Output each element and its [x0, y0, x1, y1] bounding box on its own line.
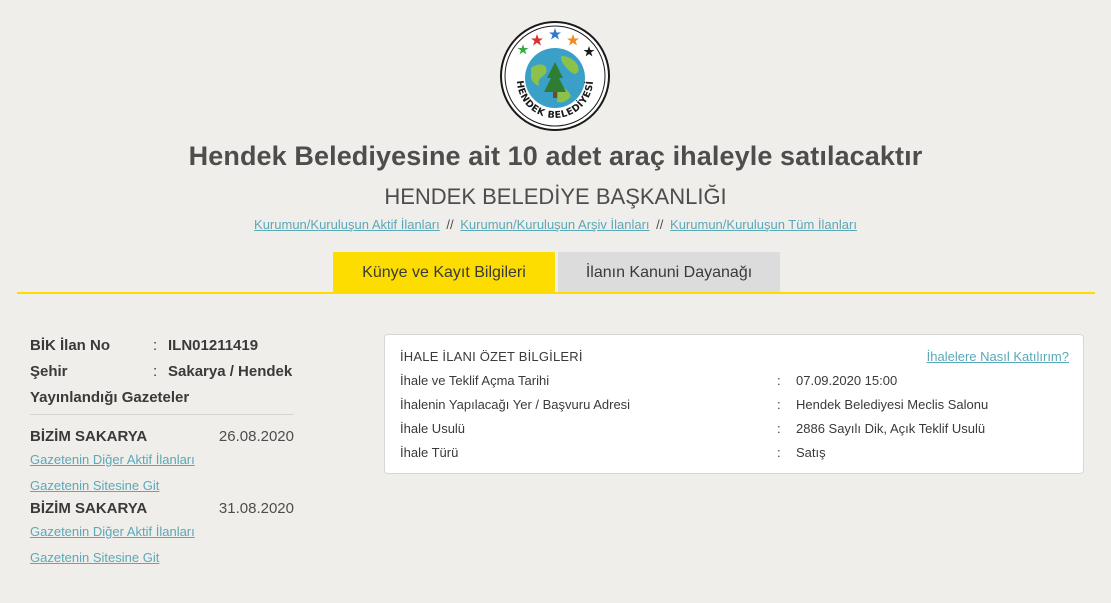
bik-value: ILN01211419	[168, 337, 259, 354]
link-separator: //	[446, 217, 454, 232]
summary-row: İhale Türü : Satış	[400, 445, 1070, 463]
tab-kunye[interactable]: Künye ve Kayıt Bilgileri	[333, 252, 555, 293]
newspaper-other-listings-link[interactable]: Gazetenin Diğer Aktif İlanları	[30, 519, 294, 545]
newspaper-name: BİZİM SAKARYA	[30, 428, 148, 445]
listing-info: BİK İlan No : ILN01211419 Şehir : Sakary…	[30, 336, 294, 571]
summary-row-label: İhale Türü	[400, 445, 459, 460]
newspaper-site-link[interactable]: Gazetenin Sitesine Git	[30, 545, 294, 571]
bik-row: BİK İlan No : ILN01211419	[30, 336, 294, 362]
summary-row-label: İhalenin Yapılacağı Yer / Başvuru Adresi	[400, 397, 631, 412]
colon: :	[777, 445, 781, 460]
colon: :	[153, 337, 158, 354]
divider	[30, 414, 294, 415]
newspapers-label: Yayınlandığı Gazeteler	[30, 389, 190, 406]
colon: :	[777, 421, 781, 436]
all-listings-link[interactable]: Kurumun/Kuruluşun Tüm İlanları	[670, 217, 857, 232]
city-value: Sakarya / Hendek	[168, 363, 293, 380]
newspaper-date: 31.08.2020	[218, 500, 294, 517]
link-separator: //	[656, 217, 664, 232]
newspaper-site-link[interactable]: Gazetenin Sitesine Git	[30, 473, 294, 499]
summary-title: İHALE İLANI ÖZET BİLGİLERİ	[400, 349, 583, 364]
summary-row: İhale Usulü : 2886 Sayılı Dik, Açık Tekl…	[400, 421, 1070, 439]
active-listings-link[interactable]: Kurumun/Kuruluşun Aktif İlanları	[254, 217, 440, 232]
city-row: Şehir : Sakarya / Hendek	[30, 362, 294, 388]
newspaper-head: BİZİM SAKARYA 31.08.2020	[30, 499, 294, 519]
newspaper-item: BİZİM SAKARYA 31.08.2020 Gazetenin Diğer…	[30, 499, 294, 571]
page-subtitle: HENDEK BELEDİYE BAŞKANLIĞI	[384, 184, 727, 209]
institution-links: Kurumun/Kuruluşun Aktif İlanları // Kuru…	[0, 217, 1111, 232]
city-label: Şehir	[30, 363, 68, 380]
how-to-participate-link[interactable]: İhalelere Nasıl Katılırım?	[927, 349, 1069, 364]
tab-kanuni-dayanak[interactable]: İlanın Kanuni Dayanağı	[558, 252, 780, 293]
tab-underline	[17, 292, 1095, 294]
summary-row-value: 2886 Sayılı Dik, Açık Teklif Usulü	[796, 421, 986, 436]
municipality-logo: HENDEK BELEDİYESİ	[499, 20, 611, 132]
newspaper-other-listings-link[interactable]: Gazetenin Diğer Aktif İlanları	[30, 447, 294, 473]
newspaper-name: BİZİM SAKARYA	[30, 500, 148, 517]
summary-row-value: Satış	[796, 445, 826, 460]
bik-label: BİK İlan No	[30, 337, 111, 354]
summary-row-value: Hendek Belediyesi Meclis Salonu	[796, 397, 989, 412]
newspaper-date: 26.08.2020	[218, 428, 294, 445]
tender-summary-card: İHALE İLANI ÖZET BİLGİLERİ İhalelere Nas…	[384, 334, 1084, 474]
logo-emblem: HENDEK BELEDİYESİ	[500, 21, 610, 131]
archive-listings-link[interactable]: Kurumun/Kuruluşun Arşiv İlanları	[460, 217, 649, 232]
colon: :	[153, 363, 158, 380]
summary-row-label: İhale Usulü	[400, 421, 466, 436]
page: HENDEK BELEDİYESİ Hendek Belediyesine ai…	[0, 0, 1111, 603]
newspaper-item: BİZİM SAKARYA 26.08.2020 Gazetenin Diğer…	[30, 427, 294, 499]
newspaper-head: BİZİM SAKARYA 26.08.2020	[30, 427, 294, 447]
summary-row-label: İhale ve Teklif Açma Tarihi	[400, 373, 550, 388]
page-title: Hendek Belediyesine ait 10 adet araç iha…	[188, 141, 923, 171]
summary-row-value: 07.09.2020 15:00	[796, 373, 898, 388]
summary-row: İhalenin Yapılacağı Yer / Başvuru Adresi…	[400, 397, 1070, 415]
summary-row: İhale ve Teklif Açma Tarihi : 07.09.2020…	[400, 373, 1070, 391]
colon: :	[777, 397, 781, 412]
colon: :	[777, 373, 781, 388]
tab-bar: Künye ve Kayıt Bilgileri İlanın Kanuni D…	[333, 252, 780, 293]
